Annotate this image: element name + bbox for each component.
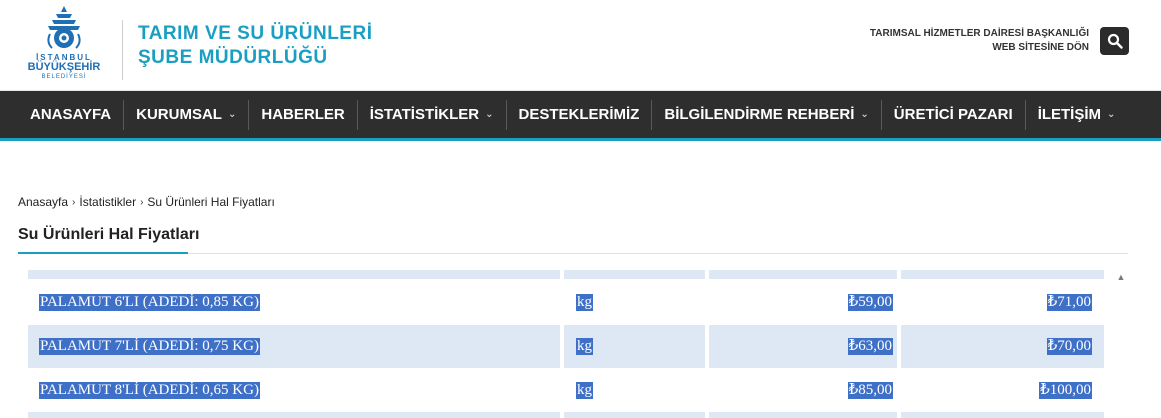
nav-item-bilgilendirme-rehberi[interactable]: BİLGİLENDİRME REHBERİ ⌄ bbox=[652, 91, 880, 138]
back-to-main-site-link[interactable]: TARIMSAL HİZMETLER DAİRESİ BAŞKANLIĞI WE… bbox=[870, 27, 1089, 55]
title-accent-bar bbox=[18, 252, 188, 254]
back-link-line-2: WEB SİTESİNE DÖN bbox=[992, 42, 1089, 53]
header-divider bbox=[122, 20, 123, 80]
nav-item-label: ÜRETİCİ PAZARI bbox=[893, 106, 1013, 123]
min-price-cell: ₺85,00 bbox=[709, 368, 897, 412]
min-price-cell: ₺63,00 bbox=[709, 325, 897, 368]
table-row[interactable] bbox=[28, 412, 1104, 418]
header-cell bbox=[28, 270, 560, 279]
product-name: PALAMUT 8'Lİ (ADEDİ: 0,65 KG) bbox=[39, 381, 260, 399]
table-row[interactable]: PALAMUT 7'Lİ (ADEDİ: 0,75 KG) kg ₺63,00 … bbox=[28, 325, 1104, 368]
unit: kg bbox=[576, 381, 593, 399]
nav-item-label: İLETİŞİM bbox=[1037, 106, 1102, 123]
breadcrumb-item-anasayfa[interactable]: Anasayfa bbox=[18, 195, 68, 209]
nav-item-istatistikler[interactable]: İSTATİSTİKLER ⌄ bbox=[358, 91, 506, 138]
department-title-line-2: ŞUBE MÜDÜRLÜĞÜ bbox=[138, 47, 328, 68]
nav-item-label: İSTATİSTİKLER bbox=[369, 106, 480, 123]
logo-line-2: BÜYÜKŞEHİR bbox=[27, 61, 101, 73]
product-name-cell: PALAMUT 7'Lİ (ADEDİ: 0,75 KG) bbox=[28, 325, 560, 368]
max-price-cell: ₺70,00 bbox=[901, 325, 1104, 368]
min-price: ₺63,00 bbox=[847, 338, 893, 355]
min-price: ₺59,00 bbox=[847, 293, 893, 311]
max-price-cell: ₺71,00 bbox=[901, 279, 1104, 325]
product-name-cell: PALAMUT 8'Lİ (ADEDİ: 0,65 KG) bbox=[28, 368, 560, 412]
page-title: Su Ürünleri Hal Fiyatları bbox=[18, 226, 200, 243]
table-header-row bbox=[28, 270, 1104, 279]
table-row[interactable]: PALAMUT 6'LI (ADEDİ: 0,85 KG) kg ₺59,00 … bbox=[28, 279, 1104, 325]
chevron-down-icon: ⌄ bbox=[485, 109, 494, 120]
nav-item-desteklerimiz[interactable]: DESTEKLERİMİZ bbox=[507, 91, 652, 138]
site-header: İSTANBUL BÜYÜKŞEHİR BELEDİYESİ TARIM VE … bbox=[0, 0, 1161, 91]
header-cell bbox=[564, 270, 705, 279]
nav-item-label: HABERLER bbox=[261, 106, 345, 123]
header-cell bbox=[901, 270, 1104, 279]
chevron-down-icon: ⌄ bbox=[860, 109, 869, 120]
back-link-line-1: TARIMSAL HİZMETLER DAİRESİ BAŞKANLIĞI bbox=[869, 28, 1089, 39]
table-row[interactable]: PALAMUT 8'Lİ (ADEDİ: 0,65 KG) kg ₺85,00 … bbox=[28, 368, 1104, 412]
product-name-cell: PALAMUT 6'LI (ADEDİ: 0,85 KG) bbox=[28, 279, 560, 325]
unit: kg bbox=[576, 338, 593, 355]
product-name: PALAMUT 7'Lİ (ADEDİ: 0,75 KG) bbox=[39, 338, 260, 355]
unit-cell: kg bbox=[564, 368, 705, 412]
breadcrumb-item-current: Su Ürünleri Hal Fiyatları bbox=[147, 195, 275, 209]
search-button[interactable] bbox=[1100, 27, 1129, 55]
min-price: ₺85,00 bbox=[847, 381, 893, 399]
header-cell bbox=[709, 270, 897, 279]
max-price-cell bbox=[901, 412, 1104, 418]
logo-line-3: BELEDİYESİ bbox=[41, 74, 87, 80]
chevron-down-icon: ⌄ bbox=[227, 109, 237, 120]
nav-item-haberler[interactable]: HABERLER bbox=[249, 91, 356, 138]
unit-cell bbox=[564, 412, 705, 418]
max-price: ₺71,00 bbox=[1046, 293, 1092, 311]
product-name-cell bbox=[28, 412, 560, 418]
breadcrumb-separator-icon: › bbox=[140, 196, 144, 208]
nav-item-uretici-pazari[interactable]: ÜRETİCİ PAZARI bbox=[882, 91, 1025, 138]
breadcrumb-item-istatistikler[interactable]: İstatistikler bbox=[79, 195, 136, 209]
ibb-emblem-icon bbox=[47, 6, 81, 49]
department-title[interactable]: TARIM VE SU ÜRÜNLERİ ŞUBE MÜDÜRLÜĞÜ bbox=[138, 22, 372, 70]
nav-item-anasayfa[interactable]: ANASAYFA bbox=[18, 91, 123, 138]
main-nav: ANASAYFA KURUMSAL ⌄ HABERLER İSTATİSTİKL… bbox=[0, 91, 1161, 141]
ibb-logo[interactable]: İSTANBUL BÜYÜKŞEHİR BELEDİYESİ bbox=[18, 4, 110, 86]
max-price: ₺70,00 bbox=[1046, 338, 1092, 355]
search-icon bbox=[1107, 33, 1123, 49]
unit-cell: kg bbox=[564, 279, 705, 325]
min-price-cell: ₺59,00 bbox=[709, 279, 897, 325]
breadcrumb-separator-icon: › bbox=[72, 196, 76, 208]
max-price: ₺100,00 bbox=[1039, 381, 1092, 399]
nav-item-iletisim[interactable]: İLETİŞİM ⌄ bbox=[1026, 91, 1128, 138]
unit: kg bbox=[576, 293, 593, 311]
department-title-line-1: TARIM VE SU ÜRÜNLERİ bbox=[138, 23, 373, 44]
scroll-up-arrow-icon[interactable]: ▲ bbox=[1115, 272, 1127, 282]
product-name: PALAMUT 6'LI (ADEDİ: 0,85 KG) bbox=[39, 293, 260, 311]
unit-cell: kg bbox=[564, 325, 705, 368]
min-price-cell bbox=[709, 412, 897, 418]
nav-item-label: DESTEKLERİMİZ bbox=[518, 106, 640, 123]
price-table: PALAMUT 6'LI (ADEDİ: 0,85 KG) kg ₺59,00 … bbox=[28, 270, 1104, 418]
breadcrumb: Anasayfa › İstatistikler › Su Ürünleri H… bbox=[18, 195, 275, 209]
nav-item-label: ANASAYFA bbox=[30, 106, 112, 123]
chevron-down-icon: ⌄ bbox=[1107, 109, 1116, 120]
max-price-cell: ₺100,00 bbox=[901, 368, 1104, 412]
nav-item-label: KURUMSAL bbox=[136, 106, 222, 123]
nav-item-label: BİLGİLENDİRME REHBERİ bbox=[664, 106, 855, 123]
nav-item-kurumsal[interactable]: KURUMSAL ⌄ bbox=[124, 91, 248, 138]
